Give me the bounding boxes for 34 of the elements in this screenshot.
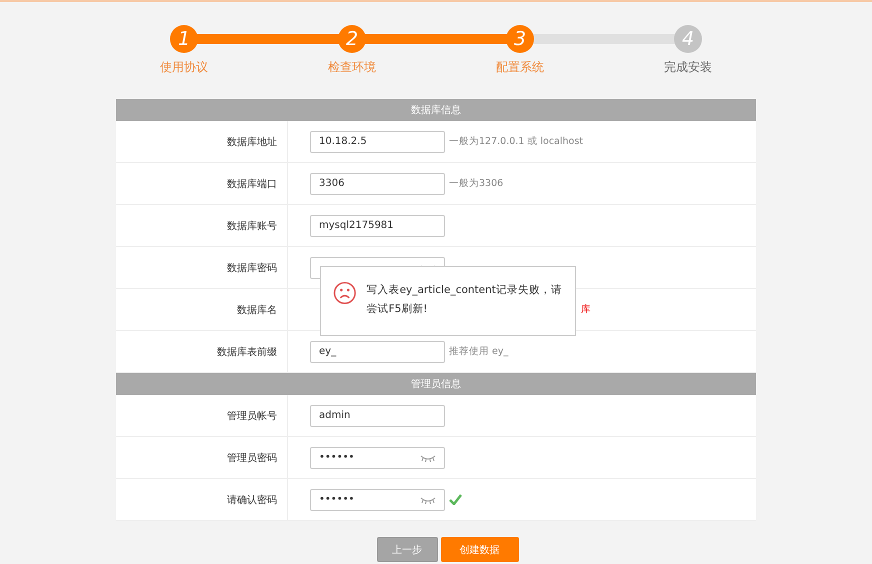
step-label: 使用协议 [160, 59, 208, 76]
field-label: 数据库端口 [116, 163, 288, 204]
closed-eye-icon[interactable] [420, 496, 436, 504]
hint-text: 一般为3306 [449, 177, 504, 190]
step-circle: 1 [170, 25, 198, 53]
field-label: 请确认密码 [116, 479, 288, 520]
input-field[interactable]: ey_ [310, 340, 445, 362]
field-label: 数据库表前缀 [116, 331, 288, 372]
field-label: 数据库密码 [116, 247, 288, 288]
hint-text: 推荐使用 ey_ [449, 345, 508, 358]
input-field[interactable]: 10.18.2.5 [310, 130, 445, 152]
field-label: 数据库账号 [116, 205, 288, 246]
sad-face-icon [333, 281, 357, 305]
step-circle: 2 [338, 25, 366, 53]
input-field[interactable]: admin [310, 404, 445, 426]
hint-text: 一般为127.0.0.1 或 localhost [449, 135, 584, 148]
step-circle: 3 [506, 25, 534, 53]
field-label: 数据库地址 [116, 121, 288, 162]
input-field[interactable]: mysql2175981 [310, 214, 445, 236]
step-label: 检查环境 [328, 59, 376, 76]
hint-text: 库 [581, 303, 591, 316]
section-header: 数据库信息 [116, 99, 756, 121]
input-field[interactable]: 3306 [310, 172, 445, 194]
password-field[interactable]: •••••• [310, 446, 445, 468]
section-header: 管理员信息 [116, 373, 756, 395]
password-field[interactable]: •••••• [310, 488, 445, 510]
step-label: 完成安装 [664, 59, 712, 76]
error-message: 写入表ey_article_content记录失败，请尝试F5刷新! [366, 283, 563, 317]
step-circle: 4 [674, 25, 702, 53]
closed-eye-icon[interactable] [420, 454, 436, 462]
step-label: 配置系统 [496, 59, 544, 76]
field-label: 管理员帐号 [116, 395, 288, 436]
field-label: 数据库名 [116, 289, 288, 330]
field-label: 管理员密码 [116, 437, 288, 478]
